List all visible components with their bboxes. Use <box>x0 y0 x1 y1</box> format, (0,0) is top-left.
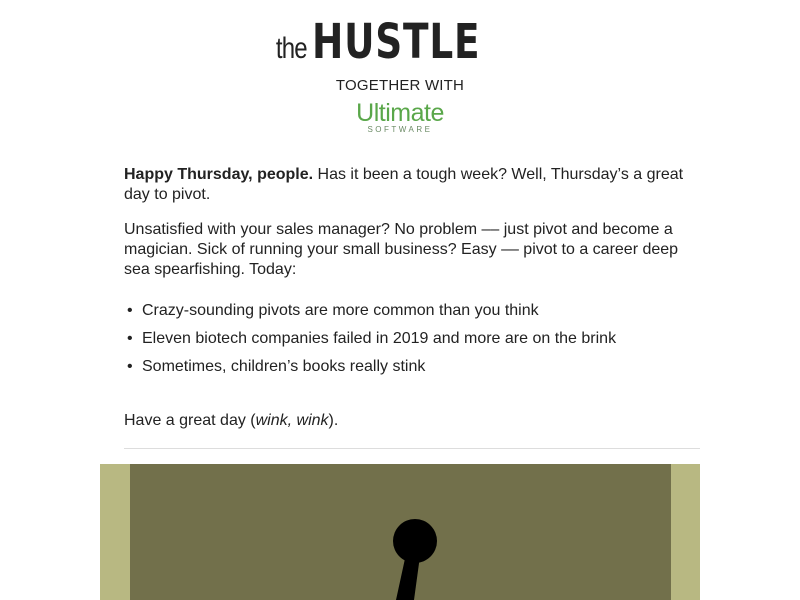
logo-wordmark: HUSTLE <box>312 14 481 70</box>
logo-prefix: the <box>275 32 308 65</box>
signoff-after: ). <box>328 412 339 429</box>
section-divider <box>124 448 700 449</box>
figure-body <box>396 554 420 600</box>
list-item: • Sometimes, children’s books really stin… <box>124 357 692 385</box>
list-item-text: Sometimes, children’s books really stink <box>142 358 426 375</box>
signoff-line: Have a great day (wink, wink). <box>124 411 692 431</box>
partner-subtitle: SOFTWARE <box>367 125 433 134</box>
list-item-text: Crazy-sounding pivots are more common th… <box>142 302 539 319</box>
signoff-before: Have a great day ( <box>124 412 256 429</box>
sponsor-label: TOGETHER WITH <box>335 77 465 94</box>
newsletter-body: Happy Thursday, people. Has it been a to… <box>124 165 692 429</box>
intro-paragraph: Happy Thursday, people. Has it been a to… <box>124 165 692 205</box>
hero-illustration <box>100 464 700 600</box>
the-hustle-logo[interactable]: the HUSTLE <box>0 18 800 66</box>
list-item-text: Eleven biotech companies failed in 2019 … <box>142 330 617 347</box>
bullet-icon: • <box>127 330 133 347</box>
intro-greeting: Happy Thursday, people. <box>124 166 314 183</box>
highlights-list: • Crazy-sounding pivots are more common t… <box>124 301 692 385</box>
bullet-icon: • <box>127 302 133 319</box>
signoff-emphasis: wink, wink <box>255 412 329 429</box>
body-paragraph: Unsatisfied with your sales manager? No … <box>124 221 679 278</box>
list-item: • Eleven biotech companies failed in 2019… <box>124 329 692 357</box>
partner-name: Ultimate <box>356 99 444 127</box>
stick-figure-illustration <box>393 519 437 600</box>
ultimate-software-logo[interactable]: Ultimate SOFTWARE <box>0 100 800 134</box>
bullet-icon: • <box>127 358 133 375</box>
list-item: • Crazy-sounding pivots are more common t… <box>124 301 692 329</box>
email-header: the HUSTLE TOGETHER WITH Ultimate SOFTWAR… <box>0 0 800 150</box>
